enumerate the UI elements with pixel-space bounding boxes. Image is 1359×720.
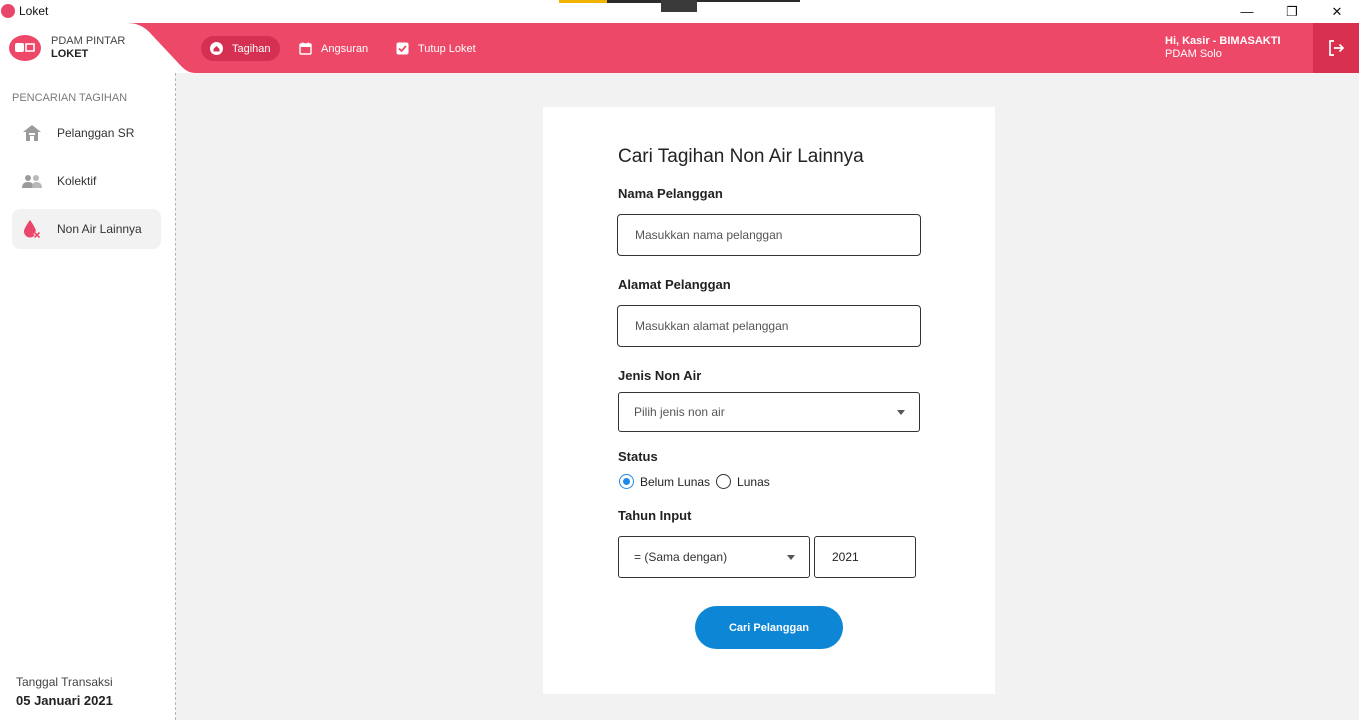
status-label: Status — [618, 449, 658, 464]
year-label: Tahun Input — [618, 508, 692, 523]
address-label: Alamat Pelanggan — [618, 277, 731, 292]
brand-logo-icon — [9, 35, 41, 61]
status-radio-group: Belum Lunas Lunas — [619, 474, 776, 489]
name-label: Nama Pelanggan — [618, 186, 723, 201]
status-option-label: Lunas — [737, 474, 770, 489]
brand-text: PDAM PINTAR LOKET — [51, 35, 125, 61]
user-info: Hi, Kasir - BIMASAKTI PDAM Solo — [1165, 35, 1281, 61]
year-operator-value: = (Sama dengan) — [634, 550, 728, 564]
year-operator-select[interactable]: = (Sama dengan) — [618, 536, 810, 578]
page-title: Cari Tagihan Non Air Lainnya — [618, 146, 864, 167]
checkbox-icon — [396, 42, 409, 55]
window-title: Loket — [19, 4, 49, 18]
app-logo-icon — [1, 4, 15, 18]
minimize-button[interactable]: — — [1224, 0, 1270, 23]
sidebar-section-title: PENCARIAN TAGIHAN — [12, 92, 128, 104]
type-select[interactable]: Pilih jenis non air — [618, 392, 920, 432]
radio-dot — [623, 478, 630, 485]
name-input[interactable]: Masukkan nama pelanggan — [617, 214, 921, 256]
taskbar-strip — [661, 0, 697, 12]
nav-tab-tutup-loket[interactable]: Tutup Loket — [387, 36, 485, 61]
year-input[interactable]: 2021 — [814, 536, 916, 578]
search-customer-button[interactable]: Cari Pelanggan — [695, 606, 843, 649]
nav-tab-tagihan[interactable]: Tagihan — [201, 36, 280, 61]
chevron-down-icon — [897, 410, 905, 415]
app-header: PDAM PINTAR LOKET Tagihan Angsuran Tutup… — [0, 23, 1359, 73]
brand-line2: LOKET — [51, 48, 89, 60]
water-drop-icon — [21, 219, 43, 239]
status-radio-lunas[interactable] — [716, 474, 732, 489]
sidebar: PENCARIAN TAGIHAN Pelanggan SR Kolektif … — [0, 73, 176, 720]
user-org: PDAM Solo — [1165, 48, 1222, 60]
calendar-icon — [299, 42, 312, 55]
nav-tab-label: Angsuran — [321, 42, 369, 55]
close-button[interactable]: ✕ — [1314, 0, 1359, 23]
sidebar-item-label: Kolektif — [57, 174, 97, 188]
house-icon — [21, 124, 43, 142]
transaction-date-label: Tanggal Transaksi — [16, 675, 113, 689]
address-placeholder: Masukkan alamat pelanggan — [635, 319, 789, 333]
sidebar-item-non-air[interactable]: Non Air Lainnya — [12, 209, 161, 249]
sidebar-item-pelanggan-sr[interactable]: Pelanggan SR — [12, 113, 161, 153]
sidebar-item-label: Pelanggan SR — [57, 126, 135, 140]
taskbar-strip — [559, 0, 607, 3]
sidebar-item-label: Non Air Lainnya — [57, 222, 142, 236]
nav-tab-label: Tutup Loket — [418, 42, 476, 55]
brand: PDAM PINTAR LOKET — [0, 23, 195, 73]
home-icon — [210, 42, 223, 55]
year-value: 2021 — [832, 550, 859, 564]
people-icon — [21, 173, 43, 189]
nav-tab-label: Tagihan — [232, 42, 271, 55]
address-input[interactable]: Masukkan alamat pelanggan — [617, 305, 921, 347]
status-option-label: Belum Lunas — [640, 474, 711, 489]
type-label: Jenis Non Air — [618, 368, 702, 383]
chevron-down-icon — [787, 555, 795, 560]
type-placeholder: Pilih jenis non air — [634, 405, 725, 419]
nav-tab-angsuran[interactable]: Angsuran — [290, 36, 377, 61]
user-greeting: Hi, Kasir - BIMASAKTI — [1165, 35, 1281, 47]
transaction-date: 05 Januari 2021 — [16, 693, 113, 708]
taskbar-strip — [697, 0, 800, 2]
logout-icon — [1329, 40, 1345, 56]
name-placeholder: Masukkan nama pelanggan — [635, 228, 783, 242]
maximize-button[interactable]: ❐ — [1269, 0, 1315, 23]
window-titlebar: Loket — ❐ ✕ — [0, 0, 1359, 23]
logout-button[interactable] — [1313, 23, 1359, 73]
taskbar-strip — [607, 0, 661, 3]
sidebar-item-kolektif[interactable]: Kolektif — [12, 161, 161, 201]
brand-line1: PDAM PINTAR — [51, 35, 126, 47]
status-radio-belum-lunas[interactable] — [619, 474, 634, 489]
